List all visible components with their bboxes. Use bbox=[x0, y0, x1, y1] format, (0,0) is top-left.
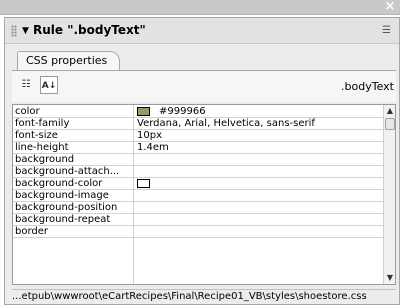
property-row[interactable]: background-color bbox=[13, 178, 383, 190]
property-row[interactable]: background-attach... bbox=[13, 166, 383, 178]
triangle-down-icon[interactable]: ▼ bbox=[22, 24, 29, 38]
grip-icon[interactable] bbox=[11, 25, 17, 37]
category-view-icon[interactable]: ☷ bbox=[17, 76, 35, 94]
property-name: background bbox=[15, 154, 75, 165]
property-name: background-repeat bbox=[15, 214, 111, 225]
property-value[interactable]: Verdana, Arial, Helvetica, sans-serif bbox=[137, 118, 315, 130]
css-rule-panel: ▼ Rule ".bodyText" ☰ CSS properties ☷ A↓… bbox=[4, 17, 400, 305]
property-name: font-size bbox=[15, 130, 58, 141]
vertical-scrollbar[interactable]: ▲ ▼ bbox=[383, 105, 395, 284]
property-row[interactable]: font-family Verdana, Arial, Helvetica, sa… bbox=[13, 118, 383, 130]
scroll-thumb[interactable] bbox=[385, 118, 395, 130]
file-path-status: ...etpub\wwwroot\eCartRecipes\Final\Reci… bbox=[12, 289, 396, 303]
property-row[interactable]: font-size 10px bbox=[13, 130, 383, 142]
selector-label: .bodyText bbox=[341, 80, 394, 93]
chevron-up-icon[interactable]: ▲ bbox=[384, 105, 395, 117]
property-row[interactable]: color #999966 bbox=[13, 106, 383, 118]
property-name: background-position bbox=[15, 202, 118, 213]
toolbar: ☷ A↓ .bodyText bbox=[12, 70, 396, 102]
panel-options-icon[interactable]: ☰ bbox=[382, 24, 391, 38]
property-grid: color #999966 font-family Verdana, Arial, H… bbox=[12, 104, 396, 285]
color-swatch[interactable] bbox=[137, 179, 150, 188]
close-icon[interactable]: × bbox=[384, 0, 396, 14]
property-name: color bbox=[15, 106, 40, 117]
property-value[interactable]: 10px bbox=[137, 130, 162, 142]
property-name: background-color bbox=[15, 178, 103, 189]
tab-css-properties[interactable]: CSS properties bbox=[17, 51, 121, 70]
window-titlebar: × bbox=[0, 0, 400, 15]
panel-header[interactable]: ▼ Rule ".bodyText" ☰ bbox=[5, 18, 399, 44]
property-row[interactable]: line-height 1.4em bbox=[13, 142, 383, 154]
property-row[interactable]: background-repeat bbox=[13, 214, 383, 226]
property-value[interactable]: #999966 bbox=[159, 106, 206, 118]
property-row[interactable]: background bbox=[13, 154, 383, 166]
property-row[interactable]: background-position bbox=[13, 202, 383, 214]
property-row[interactable]: background-image bbox=[13, 190, 383, 202]
tab-label: CSS properties bbox=[26, 54, 108, 67]
panel-title: Rule ".bodyText" bbox=[33, 23, 146, 37]
chevron-down-icon[interactable]: ▼ bbox=[384, 272, 395, 284]
property-row[interactable]: border bbox=[13, 226, 383, 238]
property-value[interactable]: 1.4em bbox=[137, 142, 169, 154]
property-name: line-height bbox=[15, 142, 69, 153]
sort-az-icon[interactable]: A↓ bbox=[40, 76, 58, 94]
property-name: background-attach... bbox=[15, 166, 120, 177]
property-name: background-image bbox=[15, 190, 109, 201]
color-swatch[interactable] bbox=[137, 107, 150, 116]
property-name: border bbox=[15, 226, 49, 237]
property-name: font-family bbox=[15, 118, 70, 129]
